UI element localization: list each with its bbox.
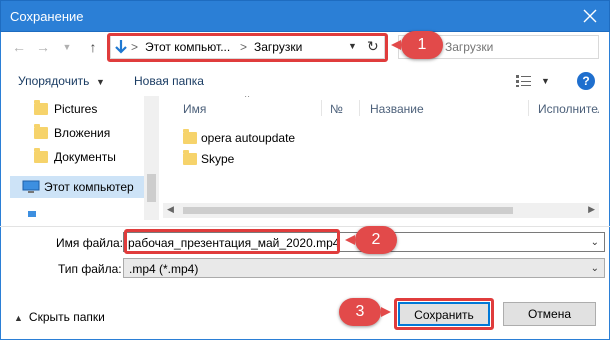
navigation-pane: Pictures Вложения Документы Этот компьют… (10, 96, 158, 220)
annotation-highlight-save (394, 298, 494, 330)
scroll-thumb[interactable] (147, 174, 156, 202)
search-input[interactable] (445, 39, 595, 55)
recent-dropdown-icon[interactable]: ▼ (58, 38, 76, 56)
close-icon[interactable] (581, 7, 599, 25)
tree-item-label: Pictures (54, 102, 98, 116)
divider (0, 226, 610, 227)
chevron-up-icon: ▲ (14, 313, 23, 323)
column-separator[interactable] (528, 100, 529, 116)
list-item-label: Skype (201, 152, 235, 166)
annotation-badge-3: 3 (339, 298, 391, 326)
column-separator[interactable] (321, 100, 322, 116)
annotation-badge-2: 2 (345, 226, 397, 254)
cancel-button[interactable]: Отмена (503, 302, 596, 326)
folder-icon (34, 148, 48, 163)
tree-scrollbar[interactable] (144, 96, 159, 220)
annotation-highlight-address (107, 33, 388, 62)
annotation-highlight-filename (124, 229, 340, 254)
list-item-label: opera autoupdate (201, 131, 296, 145)
file-list: ^ Имя № Название Исполнители opera autou… (163, 96, 599, 220)
list-item[interactable]: opera autoupdate (183, 128, 383, 148)
view-options-icon[interactable] (515, 74, 533, 88)
window-title: Сохранение (10, 9, 84, 24)
new-folder-button[interactable]: Новая папка (134, 74, 204, 88)
list-item[interactable]: Skype (183, 149, 383, 169)
filetype-dropdown-icon[interactable]: ⌄ (591, 263, 599, 274)
hide-folders-label: Скрыть папки (28, 310, 105, 324)
computer-icon (22, 180, 40, 193)
file-list-scrollbar[interactable]: ◀ ▶ (163, 203, 599, 218)
tree-item-label: Этот компьютер (44, 180, 134, 194)
organize-button[interactable]: Упорядочить (18, 74, 89, 88)
organize-dropdown-icon[interactable]: ▼ (96, 77, 105, 87)
filename-dropdown-icon[interactable]: ⌄ (591, 237, 599, 248)
column-header-number[interactable]: № (330, 102, 343, 116)
tree-item-label: Вложения (54, 126, 111, 140)
view-dropdown-icon[interactable]: ▼ (541, 76, 550, 86)
column-header-artists[interactable]: Исполнители (538, 102, 599, 116)
sort-arrow-icon: ^ (245, 96, 250, 102)
scroll-left-icon[interactable]: ◀ (167, 204, 174, 215)
column-header-title[interactable]: Название (370, 102, 424, 116)
folder-icon (183, 150, 197, 165)
column-separator[interactable] (359, 100, 360, 116)
tree-item-pictures[interactable]: Pictures (10, 98, 158, 120)
tree-item-attachments[interactable]: Вложения (10, 122, 158, 144)
up-arrow-icon[interactable]: ↑ (84, 38, 102, 56)
help-button[interactable]: ? (577, 72, 595, 90)
scroll-thumb[interactable] (183, 207, 513, 214)
hide-folders-button[interactable]: ▲ Скрыть папки (14, 310, 105, 324)
network-icon[interactable] (24, 208, 40, 220)
folder-icon (34, 100, 48, 115)
title-bar: Сохранение (0, 0, 610, 32)
tree-item-documents[interactable]: Документы (10, 146, 158, 168)
filetype-select[interactable]: .mp4 (*.mp4) ⌄ (123, 258, 605, 278)
folder-icon (183, 129, 197, 144)
folder-icon (34, 124, 48, 139)
tree-item-label: Документы (54, 150, 116, 164)
forward-arrow-icon[interactable]: → (34, 38, 52, 56)
annotation-badge-1: 1 (391, 31, 443, 59)
scroll-right-icon[interactable]: ▶ (588, 204, 595, 215)
filename-label: Имя файла: (56, 236, 123, 250)
column-header-name[interactable]: Имя (183, 102, 206, 116)
filetype-value: .mp4 (*.mp4) (129, 262, 199, 276)
filetype-label: Тип файла: (58, 262, 122, 276)
back-arrow-icon[interactable]: ← (10, 38, 28, 56)
tree-item-this-pc[interactable]: Этот компьютер (10, 176, 144, 198)
